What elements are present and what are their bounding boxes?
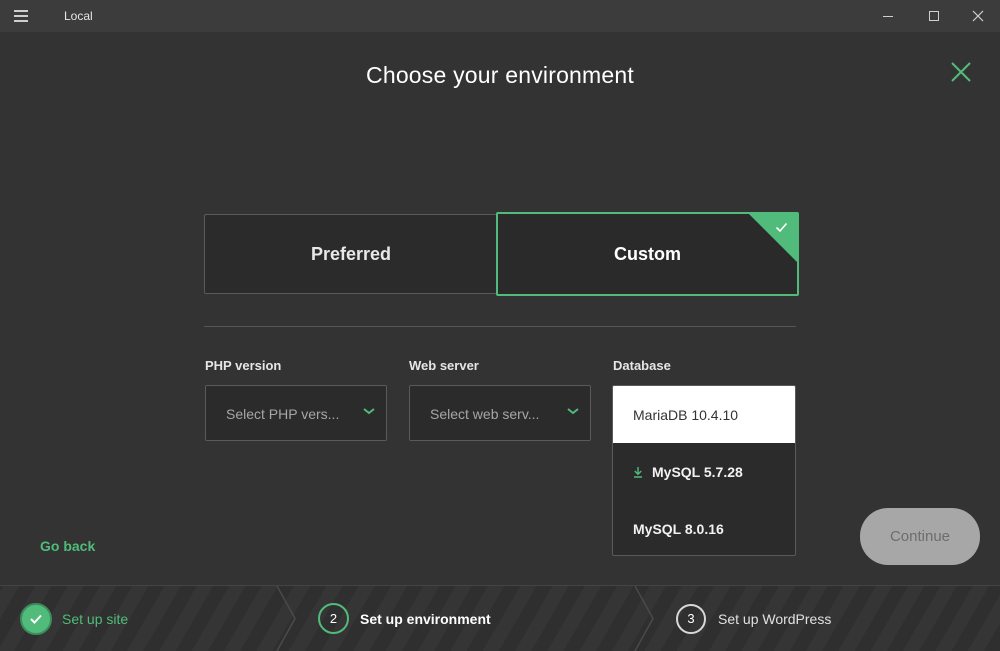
continue-button[interactable]: Continue: [860, 508, 980, 565]
minimize-icon[interactable]: [866, 0, 910, 32]
title-bar: Local: [0, 0, 1000, 32]
preferred-option[interactable]: Preferred: [204, 214, 498, 294]
step-set-up-wordpress: 3 Set up WordPress: [676, 586, 831, 651]
web-server-label: Web server: [409, 358, 479, 373]
preferred-label: Preferred: [310, 243, 392, 264]
window-close-icon[interactable]: [956, 0, 1000, 32]
progress-steps: Set up site 2 Set up environment 3 Set u…: [0, 585, 1000, 651]
database-option-label: MySQL 8.0.16: [633, 520, 724, 537]
web-server-placeholder: Select web serv...: [430, 406, 540, 422]
hamburger-menu-icon[interactable]: [14, 10, 28, 22]
database-option-label: MariaDB 10.4.10: [633, 406, 739, 423]
database-label: Database: [613, 358, 671, 373]
checkmark-icon: [775, 222, 788, 233]
step-separator: [276, 586, 296, 651]
step-number: 2: [318, 603, 349, 634]
maximize-icon[interactable]: [912, 0, 956, 32]
app-title: Local: [64, 9, 93, 23]
divider: [204, 326, 796, 327]
php-version-placeholder: Select PHP vers...: [226, 406, 340, 422]
step-label: Set up environment: [360, 610, 491, 627]
custom-option[interactable]: Custom: [496, 212, 799, 296]
chevron-down-icon: [363, 408, 375, 415]
selected-corner-badge: [748, 214, 797, 263]
page-title: Choose your environment: [366, 62, 634, 88]
web-server-select[interactable]: Select web serv...: [409, 385, 591, 441]
database-option-mariadb[interactable]: MariaDB 10.4.10: [613, 386, 795, 443]
database-option-label: MySQL 5.7.28: [652, 463, 743, 480]
go-back-link[interactable]: Go back: [40, 538, 95, 554]
step-complete-icon: [20, 602, 52, 635]
step-number: 3: [676, 603, 706, 634]
php-version-label: PHP version: [205, 358, 282, 373]
database-option-mysql-5[interactable]: MySQL 5.7.28: [613, 443, 795, 500]
php-version-select[interactable]: Select PHP vers...: [205, 385, 387, 441]
continue-label: Continue: [889, 528, 951, 545]
step-label: Set up site: [62, 610, 129, 627]
custom-label: Custom: [614, 243, 681, 264]
database-option-mysql-8[interactable]: MySQL 8.0.16: [613, 500, 795, 555]
step-set-up-site: Set up site: [20, 586, 128, 651]
chevron-down-icon: [567, 408, 579, 415]
step-label: Set up WordPress: [718, 610, 832, 627]
download-icon: [634, 466, 642, 478]
step-set-up-environment: 2 Set up environment: [318, 586, 491, 651]
step-separator: [634, 586, 654, 651]
close-icon[interactable]: [948, 59, 974, 85]
database-list: MariaDB 10.4.10 MySQL 5.7.28 MySQL 8.0.1…: [612, 385, 796, 556]
